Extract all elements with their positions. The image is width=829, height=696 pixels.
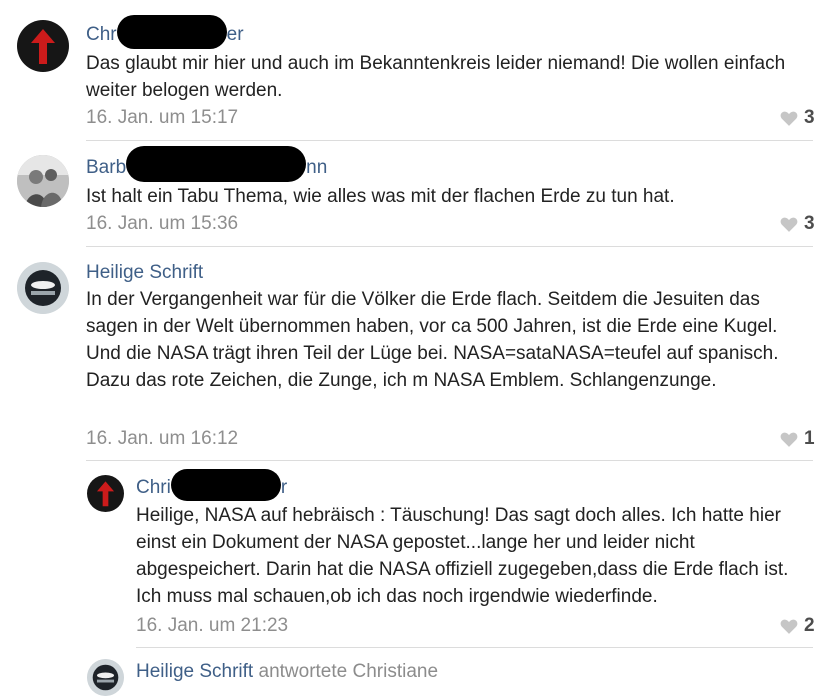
red-arrow-up-icon	[96, 481, 115, 507]
like-count: 2	[804, 615, 815, 636]
profile-photo	[17, 155, 69, 207]
author-name-end[interactable]: er	[227, 24, 244, 45]
redaction-mark	[126, 146, 307, 182]
like-count: 3	[804, 107, 815, 128]
like-button[interactable]: 3	[780, 213, 815, 235]
author-link[interactable]: Chr er	[86, 15, 806, 49]
like-count: 1	[804, 428, 815, 449]
author-link[interactable]: Heilige Schrift	[136, 661, 253, 682]
reply-header: Heilige Schrift antwortete Christiane	[136, 660, 816, 684]
like-count: 3	[804, 213, 815, 234]
avatar[interactable]	[17, 155, 69, 207]
comment-date[interactable]: 16. Jan. um 21:23	[136, 615, 288, 637]
like-button[interactable]: 1	[780, 428, 815, 450]
reply-to-text: antwortete Christiane	[258, 661, 439, 682]
author-link[interactable]: Chri r	[136, 469, 816, 501]
author-name-start[interactable]: Chr	[86, 24, 117, 45]
author-link[interactable]: Heilige Schrift	[86, 261, 816, 285]
author-link[interactable]: Barb nn	[86, 146, 806, 182]
divider	[86, 246, 813, 247]
comment-text: Heilige, NASA auf hebräisch : Täuschung!…	[136, 505, 789, 607]
red-arrow-up-icon	[31, 29, 55, 64]
redaction-mark	[170, 469, 281, 501]
comment-text: Das glaubt mir hier und auch im Bekannte…	[86, 53, 786, 101]
author-name-end[interactable]: nn	[306, 157, 327, 178]
author-name-start[interactable]: Barb	[86, 157, 126, 178]
comment-text: Ist halt ein Tabu Thema, wie alles was m…	[86, 186, 675, 207]
comment-date[interactable]: 16. Jan. um 15:17	[86, 107, 238, 129]
like-button[interactable]: 3	[780, 107, 815, 129]
divider	[136, 647, 813, 648]
avatar[interactable]	[17, 20, 69, 72]
comment-date[interactable]: 16. Jan. um 15:36	[86, 213, 238, 235]
heart-icon	[780, 432, 798, 447]
heart-icon	[780, 619, 798, 634]
comment-text: In der Vergangenheit war für die Völker …	[86, 289, 779, 391]
comment-date[interactable]: 16. Jan. um 16:12	[86, 428, 238, 450]
divider	[86, 460, 813, 461]
heart-icon	[780, 217, 798, 232]
avatar[interactable]	[87, 475, 124, 512]
emblem-icon	[17, 262, 69, 314]
emblem-icon	[87, 659, 124, 696]
redaction-mark	[116, 15, 227, 49]
avatar[interactable]	[87, 659, 124, 696]
avatar[interactable]	[17, 262, 69, 314]
like-button[interactable]: 2	[780, 615, 815, 637]
author-name-start[interactable]: Chri	[136, 477, 171, 498]
heart-icon	[780, 111, 798, 126]
divider	[86, 140, 813, 141]
author-name-end[interactable]: r	[281, 477, 287, 498]
